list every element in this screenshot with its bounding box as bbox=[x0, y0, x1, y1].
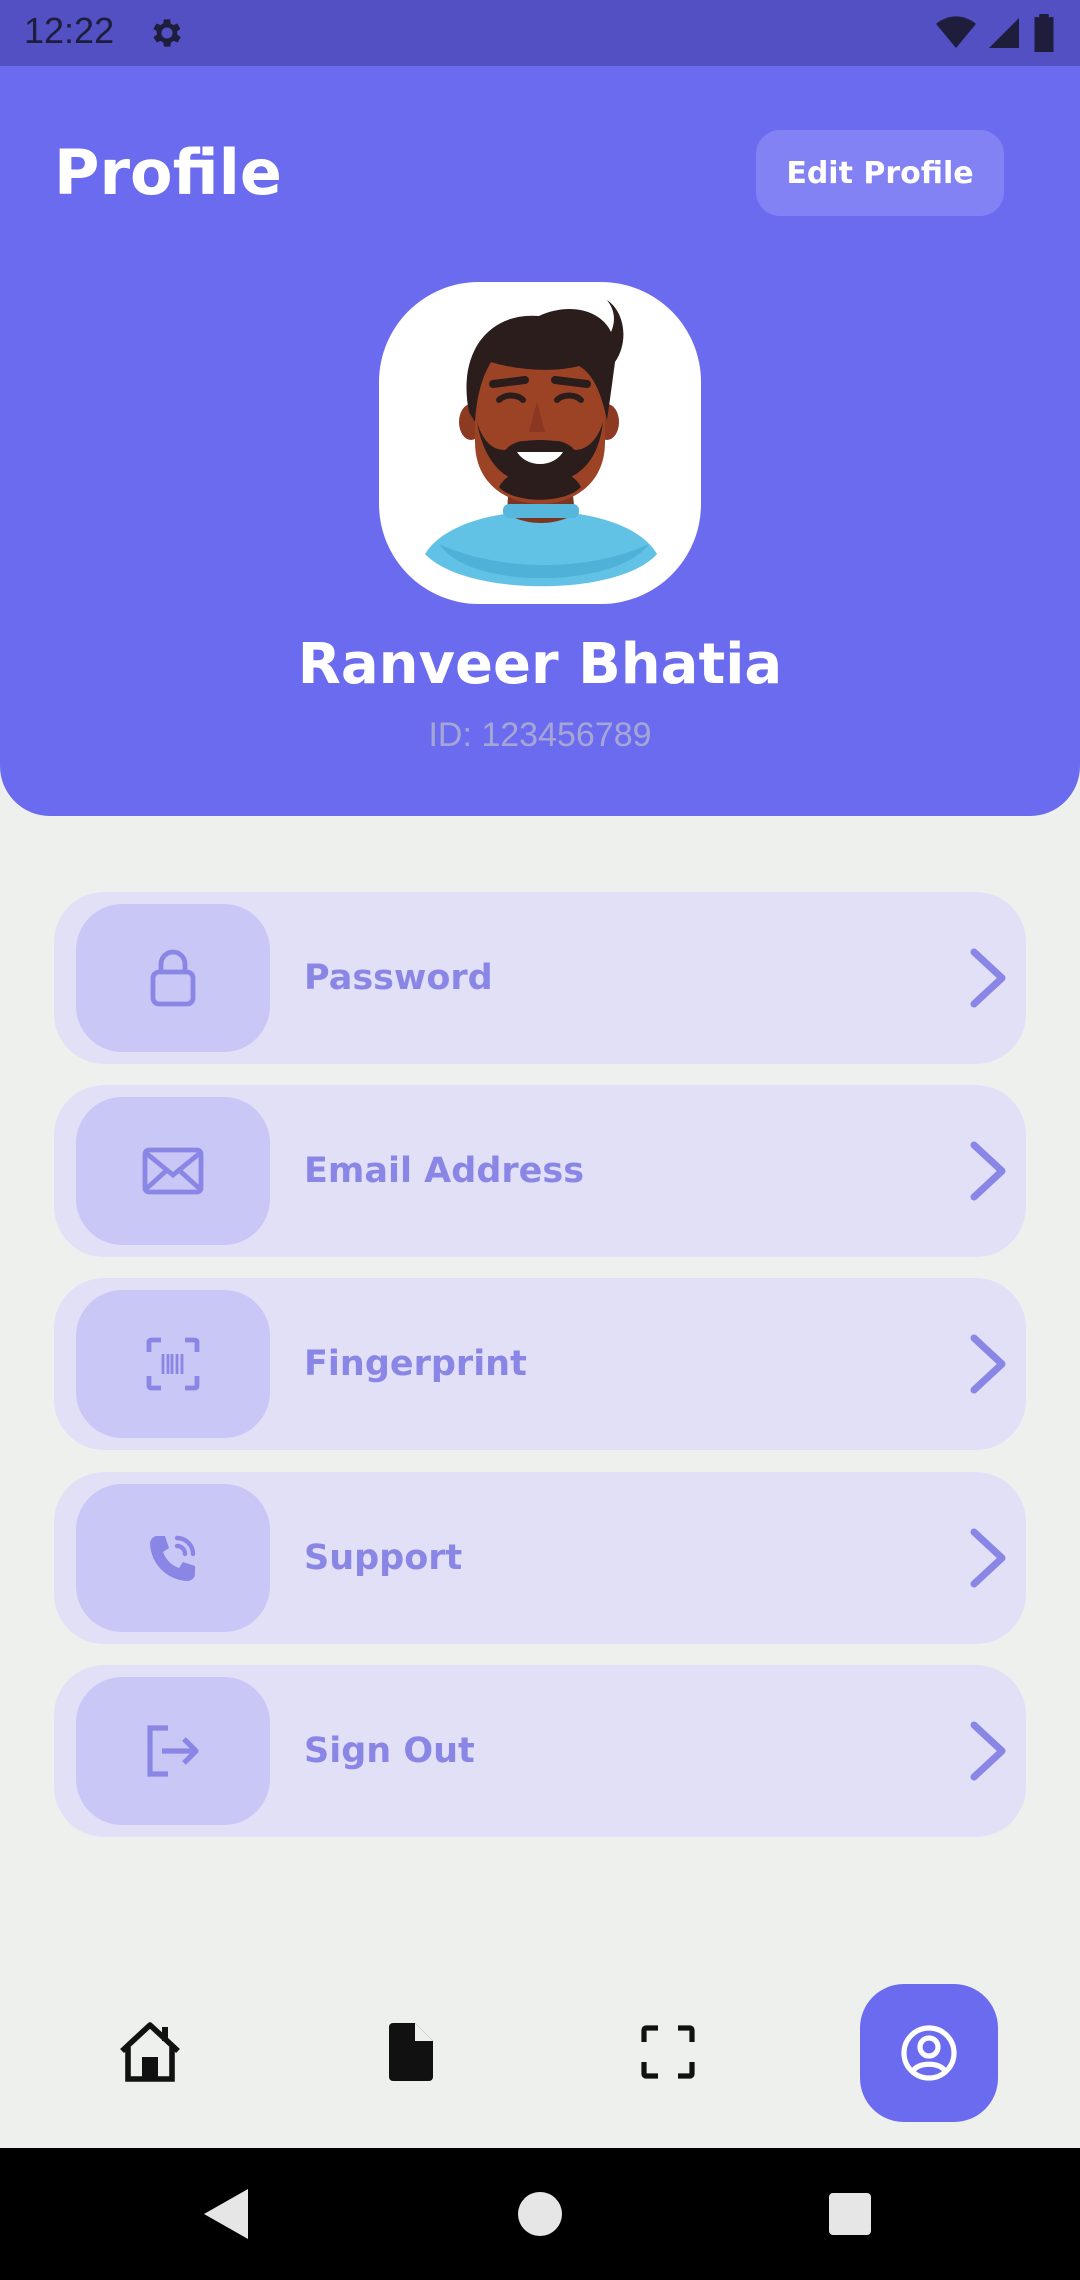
menu-item-email[interactable]: Email Address bbox=[54, 1085, 1026, 1257]
home-icon bbox=[120, 2022, 180, 2082]
page-title: Profile bbox=[54, 136, 282, 209]
sign-out-icon bbox=[147, 1725, 199, 1777]
menu-icon-box bbox=[76, 1484, 270, 1632]
phone-icon bbox=[150, 1535, 196, 1581]
wifi-icon bbox=[936, 16, 976, 48]
menu-label: Sign Out bbox=[304, 1731, 475, 1771]
fingerprint-scan-icon bbox=[146, 1337, 200, 1391]
lock-icon bbox=[150, 949, 196, 1007]
signal-icon bbox=[989, 18, 1019, 48]
home-button[interactable] bbox=[512, 2186, 568, 2242]
nav-profile[interactable] bbox=[860, 1984, 998, 2122]
menu-icon-box bbox=[76, 1290, 270, 1438]
back-button[interactable] bbox=[198, 2186, 254, 2242]
chevron-right-icon bbox=[970, 1141, 1006, 1201]
chevron-right-icon bbox=[970, 1721, 1006, 1781]
avatar-illustration bbox=[425, 300, 657, 587]
system-nav-bar bbox=[0, 2148, 1080, 2280]
scan-icon bbox=[641, 2025, 695, 2079]
profile-icon bbox=[901, 2025, 957, 2081]
menu-item-support[interactable]: Support bbox=[54, 1472, 1026, 1644]
profile-header: Profile Edit Profile Ranveer Bhatia ID: … bbox=[0, 66, 1080, 816]
nav-scan[interactable] bbox=[620, 2004, 716, 2100]
menu-icon-box bbox=[76, 904, 270, 1052]
document-icon bbox=[389, 2023, 433, 2081]
chevron-right-icon bbox=[970, 948, 1006, 1008]
menu-item-fingerprint[interactable]: Fingerprint bbox=[54, 1278, 1026, 1450]
edit-profile-button[interactable]: Edit Profile bbox=[756, 130, 1004, 216]
nav-documents[interactable] bbox=[362, 2004, 458, 2100]
menu-label: Password bbox=[304, 958, 493, 998]
user-id: ID: 123456789 bbox=[428, 716, 652, 754]
mail-icon bbox=[142, 1147, 204, 1195]
status-time: 12:22 bbox=[24, 10, 115, 51]
chevron-right-icon bbox=[970, 1334, 1006, 1394]
home-circle-icon bbox=[518, 2192, 562, 2236]
user-name: Ranveer Bhatia bbox=[297, 632, 783, 697]
menu-icon-box bbox=[76, 1097, 270, 1245]
back-icon bbox=[204, 2189, 248, 2239]
menu-icon-box bbox=[76, 1677, 270, 1825]
nav-home[interactable] bbox=[102, 2004, 198, 2100]
menu-item-sign-out[interactable]: Sign Out bbox=[54, 1665, 1026, 1837]
battery-icon bbox=[1034, 14, 1054, 52]
recents-icon bbox=[829, 2193, 871, 2235]
menu-item-password[interactable]: Password bbox=[54, 892, 1026, 1064]
bottom-nav bbox=[0, 1956, 1080, 2148]
menu-label: Fingerprint bbox=[304, 1344, 527, 1384]
chevron-right-icon bbox=[970, 1528, 1006, 1588]
status-bar: 12:22 bbox=[0, 0, 1080, 66]
recents-button[interactable] bbox=[822, 2186, 878, 2242]
menu-label: Email Address bbox=[304, 1151, 585, 1191]
menu-label: Support bbox=[304, 1538, 463, 1578]
avatar bbox=[379, 282, 701, 604]
gear-icon bbox=[153, 19, 181, 47]
